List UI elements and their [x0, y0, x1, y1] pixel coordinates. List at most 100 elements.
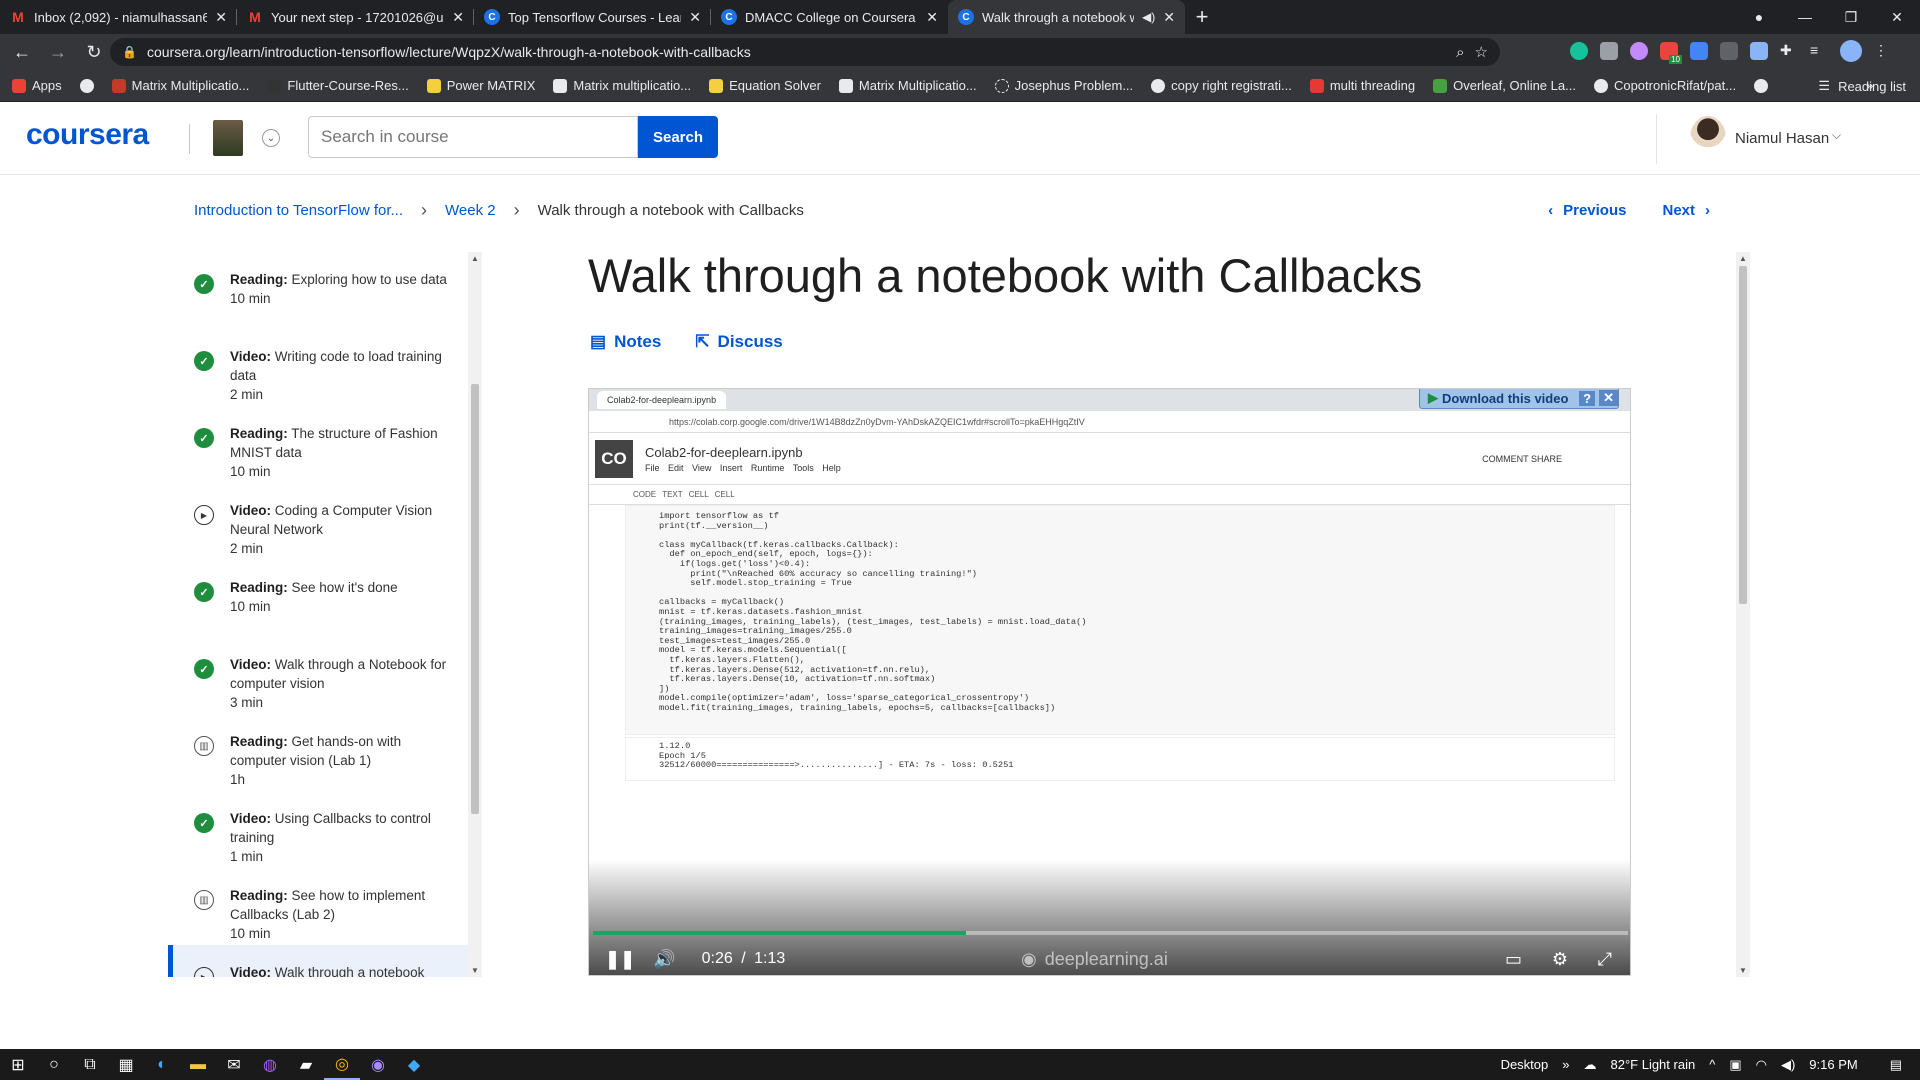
next-button[interactable]: Next › [1662, 202, 1710, 219]
sidebar-item[interactable]: ▶ Video: Coding a Computer Vision Neural … [168, 483, 468, 560]
reload-button[interactable]: ↻ [80, 38, 108, 66]
bookmark[interactable]: Matrix multiplicatio... [553, 78, 691, 93]
bookmark[interactable]: Matrix Multiplicatio... [838, 78, 977, 93]
captions-icon[interactable]: ▭ [1505, 949, 1522, 970]
breadcrumb-week[interactable]: Week 2 [445, 202, 496, 219]
scroll-up-icon[interactable]: ▲ [1739, 254, 1747, 263]
scroll-thumb[interactable] [1739, 266, 1747, 604]
speaker-icon[interactable]: ◀) [1781, 1057, 1795, 1073]
scroll-down-icon[interactable]: ▼ [471, 966, 479, 975]
browser-tab-active[interactable]: C Walk through a notebook wi ◀) ✕ [948, 0, 1185, 34]
sidebar-item[interactable]: ✓ Video: Using Callbacks to control train… [168, 791, 468, 868]
close-tab-icon[interactable]: ✕ [215, 9, 227, 26]
bookmark[interactable]: Equation Solver [709, 78, 821, 93]
close-tab-icon[interactable]: ✕ [1163, 9, 1175, 26]
back-button[interactable]: ← [8, 38, 36, 66]
file-explorer-icon[interactable]: ▬ [180, 1049, 216, 1080]
bookmark[interactable]: copy right registrati... [1151, 78, 1292, 93]
vscode-icon[interactable]: ◆ [396, 1049, 432, 1080]
clock[interactable]: 9:16 PM [1809, 1057, 1857, 1072]
close-icon[interactable]: ✕ [1599, 390, 1618, 406]
extension-icon[interactable] [1630, 42, 1648, 60]
sidebar-item[interactable]: ✓ Video: Writing code to load training da… [168, 329, 468, 406]
chevron-down-icon[interactable]: ⌄ [262, 129, 280, 147]
video-player[interactable]: Colab2-for-deeplearn.ipynb https://colab… [588, 388, 1631, 976]
network-icon[interactable]: ▣ [1729, 1057, 1741, 1073]
app-icon[interactable]: ◉ [360, 1049, 396, 1080]
bookmark[interactable]: Overleaf, Online La... [1433, 78, 1576, 93]
scroll-thumb[interactable] [471, 384, 479, 814]
search-icon[interactable]: ○ [36, 1049, 72, 1080]
notes-button[interactable]: ▤ Notes [590, 332, 661, 352]
extension-badge-icon[interactable]: 10 [1660, 42, 1682, 64]
fullscreen-icon[interactable]: ⤢ [1598, 949, 1612, 970]
bookmark[interactable]: CopotronicRifat/pat... [1593, 78, 1736, 93]
bookmark[interactable]: Josephus Problem... [994, 78, 1133, 93]
calculator-icon[interactable]: ▦ [108, 1049, 144, 1080]
scroll-up-icon[interactable]: ▲ [471, 254, 479, 263]
chrome-icon[interactable]: ◎ [324, 1049, 360, 1080]
sidebar-item[interactable]: ▥ Reading: Get hands-on with computer vis… [168, 714, 468, 791]
tray-expand-icon[interactable]: ^ [1709, 1057, 1715, 1072]
sidebar-item[interactable]: ✓ Video: Walk through a Notebook for comp… [168, 637, 468, 714]
puzzle-icon[interactable]: ✚ [1780, 42, 1798, 60]
close-window-button[interactable]: ✕ [1874, 0, 1920, 34]
volume-icon[interactable]: 🔊 [653, 949, 675, 970]
bookmark[interactable]: multi threading [1309, 78, 1415, 93]
bookmark[interactable]: Power MATRIX [426, 78, 535, 93]
pause-button[interactable]: ❚❚ [605, 949, 635, 970]
zoom-icon[interactable]: ⌕ [1456, 44, 1464, 61]
search-button[interactable]: Search [638, 116, 718, 158]
breadcrumb-course[interactable]: Introduction to TensorFlow for... [194, 202, 403, 219]
windows-start-icon[interactable]: ⊞ [0, 1049, 36, 1080]
minimize-button[interactable]: — [1782, 0, 1828, 34]
sidebar-item[interactable]: ▶ Video: Walk through a notebook with Cal… [168, 945, 468, 977]
extension-icon[interactable] [1720, 42, 1738, 60]
bookmark[interactable]: Matrix Multiplicatio... [111, 78, 249, 93]
camera-icon[interactable] [1600, 42, 1618, 60]
scroll-down-icon[interactable]: ▼ [1739, 966, 1747, 975]
user-avatar[interactable] [1690, 116, 1726, 160]
download-ext-icon[interactable] [1690, 42, 1708, 60]
pen-icon[interactable] [1750, 42, 1768, 60]
restore-button[interactable]: ❐ [1828, 0, 1874, 34]
help-icon[interactable]: ? [1579, 390, 1596, 406]
discuss-button[interactable]: ⇱ Discuss [695, 332, 782, 352]
browser-tab[interactable]: C DMACC College on Coursera | Co ✕ [711, 0, 948, 34]
course-thumbnail[interactable] [213, 120, 243, 156]
profile-dot-icon[interactable]: ● [1736, 0, 1782, 34]
sidebar-item[interactable]: ✓ Reading: Exploring how to use data 10 mi… [168, 252, 468, 329]
speaker-icon[interactable]: ◀) [1142, 10, 1155, 24]
coursera-logo[interactable]: coursera [26, 118, 149, 152]
desktop-toolbar[interactable]: Desktop [1501, 1057, 1549, 1072]
notification-icon[interactable]: ▤ [1890, 1057, 1902, 1073]
download-video-button[interactable]: ▶ Download this video? ✕ [1419, 389, 1619, 409]
app-icon[interactable]: ▰ [288, 1049, 324, 1080]
media-control-icon[interactable]: ≡ [1810, 42, 1828, 60]
close-tab-icon[interactable]: ✕ [689, 9, 701, 26]
wifi-icon[interactable]: ◠ [1756, 1057, 1767, 1073]
close-tab-icon[interactable]: ✕ [926, 9, 938, 26]
previous-button[interactable]: ‹ Previous [1548, 202, 1626, 219]
mail-icon[interactable]: ✉ [216, 1049, 252, 1080]
bookmark[interactable] [79, 78, 94, 93]
search-input[interactable]: Search in course [308, 116, 638, 158]
messenger-icon[interactable]: ◍ [252, 1049, 288, 1080]
edge-icon[interactable]: ◐ [144, 1049, 180, 1080]
profile-avatar[interactable] [1840, 40, 1862, 62]
sidebar-item[interactable]: ✓ Reading: See how it's done 10 min [168, 560, 468, 637]
forward-button[interactable]: → [44, 38, 72, 66]
close-tab-icon[interactable]: ✕ [452, 9, 464, 26]
bookmark[interactable]: Flutter-Course-Res... [267, 78, 409, 93]
bookmark[interactable] [1754, 78, 1769, 93]
browser-tab[interactable]: C Top Tensorflow Courses - Learn T ✕ [474, 0, 711, 34]
menu-kebab-icon[interactable]: ⋮ [1874, 42, 1892, 60]
user-name[interactable]: Niamul Hasan [1735, 130, 1829, 147]
reading-list-button[interactable]: ☰ Reading list [1818, 78, 1906, 94]
task-view-icon[interactable]: ⧉ [72, 1049, 108, 1080]
sidebar-item[interactable]: ▥ Reading: See how to implement Callbacks… [168, 868, 468, 945]
browser-tab[interactable]: M Your next step - 17201026@uap- ✕ [237, 0, 474, 34]
settings-gear-icon[interactable]: ⚙ [1552, 949, 1568, 970]
browser-tab[interactable]: M Inbox (2,092) - niamulhassan64@ ✕ [0, 0, 237, 34]
new-tab-button[interactable]: + [1185, 0, 1219, 34]
